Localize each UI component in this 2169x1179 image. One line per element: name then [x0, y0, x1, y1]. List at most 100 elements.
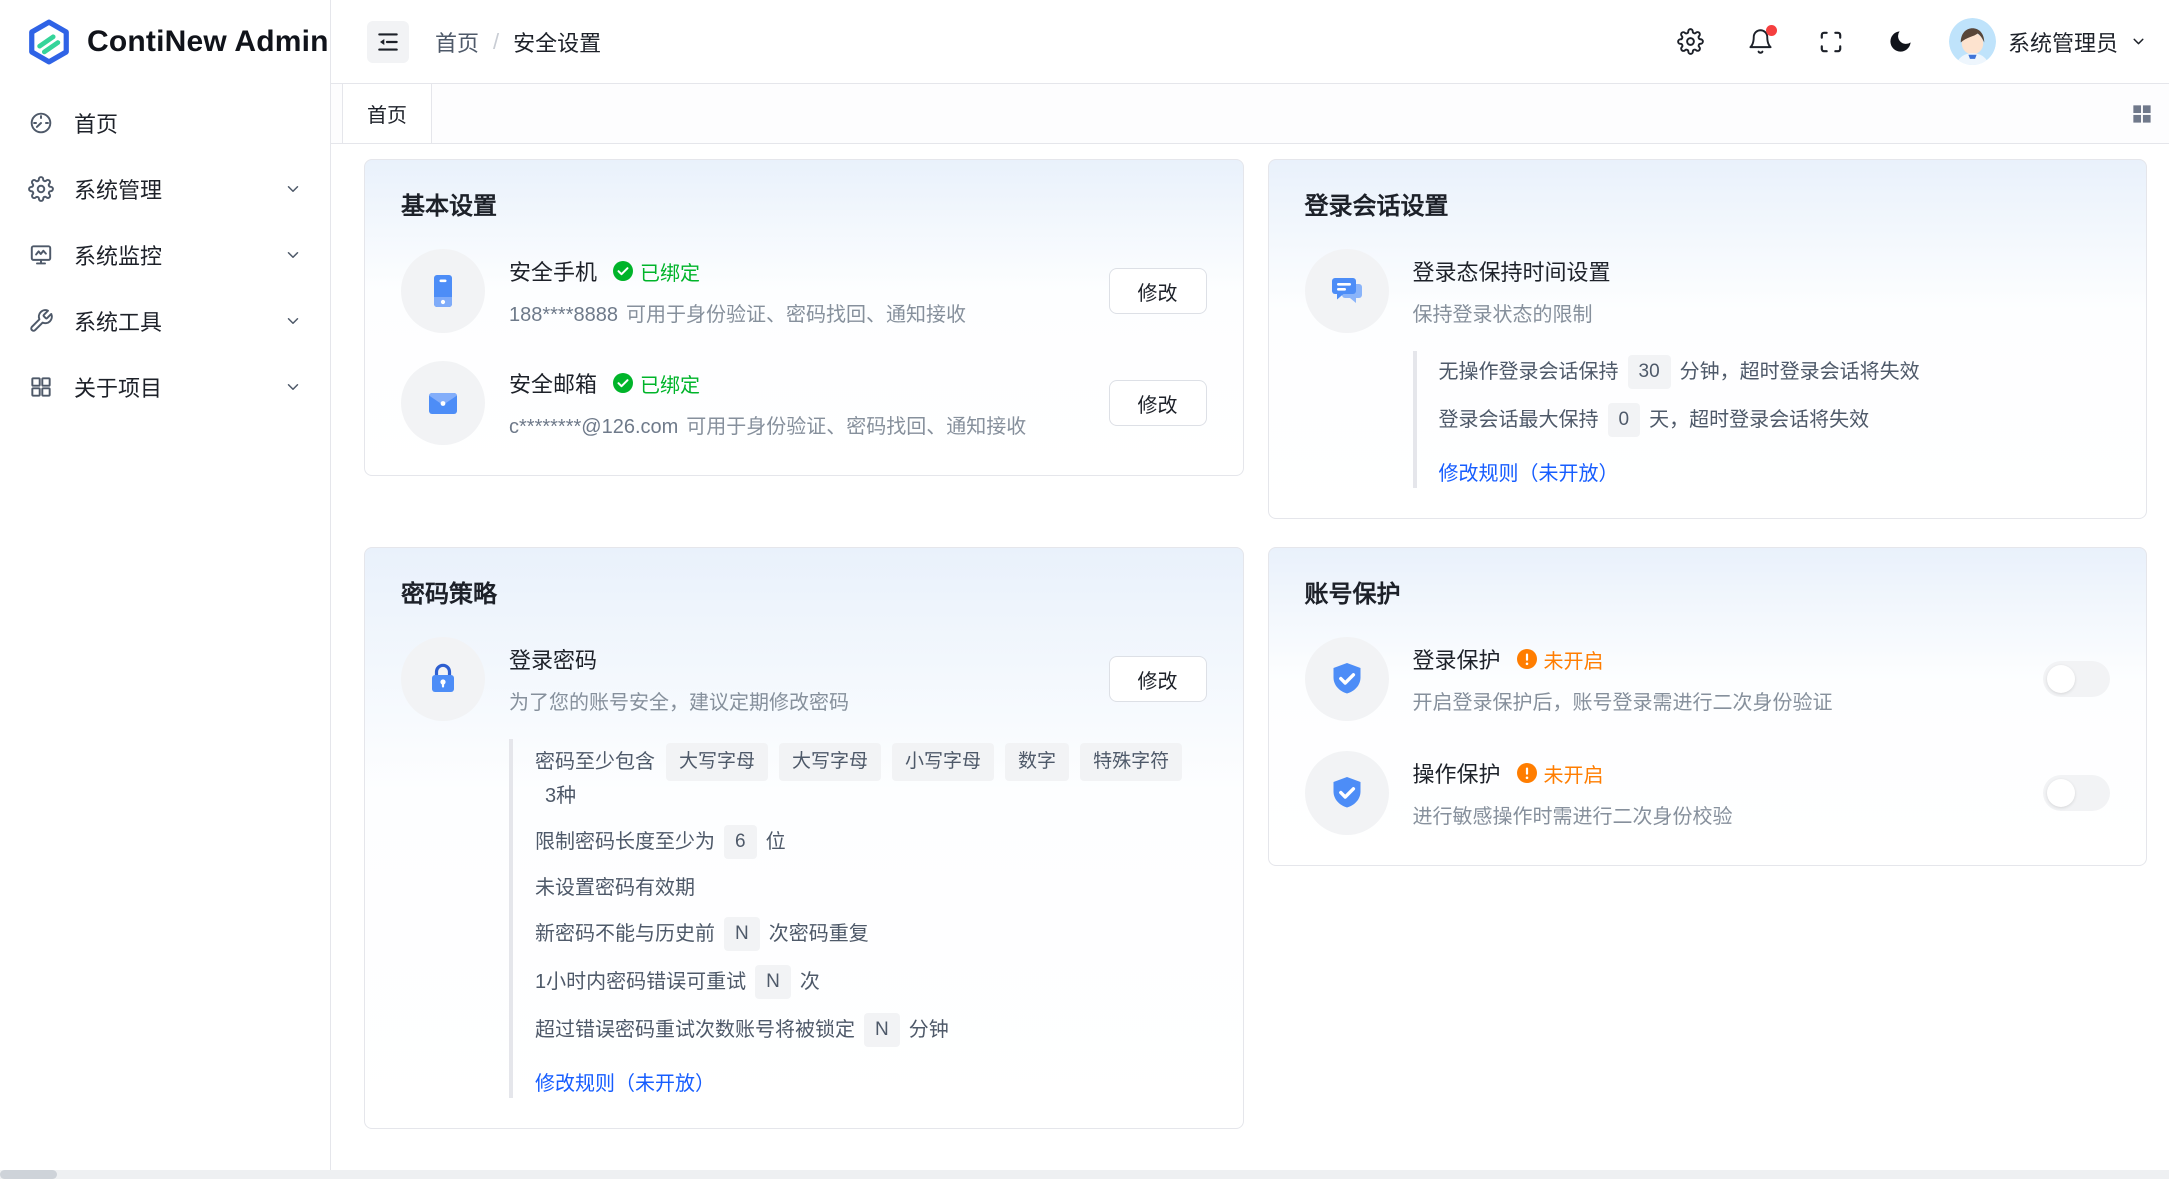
shield-check-icon — [1305, 751, 1389, 835]
chevron-down-icon — [284, 378, 302, 396]
breadcrumb-home[interactable]: 首页 — [435, 26, 479, 58]
chevron-down-icon — [284, 312, 302, 330]
lock-minutes-chip: N — [864, 1013, 900, 1047]
horizontal-scrollbar — [0, 1170, 2169, 1179]
not-enabled-text: 未开启 — [1544, 645, 1604, 674]
mail-icon — [401, 361, 485, 445]
password-rule-length: 限制密码长度至少为 6 位 — [535, 825, 1207, 859]
password-modify-rule-link[interactable]: 修改规则（未开放） — [535, 1067, 715, 1096]
not-enabled-badge: 未开启 — [1517, 759, 1604, 788]
security-phone-desc: 188****8888可用于身份验证、密码找回、通知接收 — [509, 298, 1085, 327]
sidebar-item-label: 系统工具 — [74, 305, 162, 337]
sidebar-item-about-project[interactable]: 关于项目 — [12, 358, 318, 416]
not-enabled-badge: 未开启 — [1517, 645, 1604, 674]
rule-text: 未设置密码有效期 — [535, 873, 695, 903]
password-kind-tag: 大写字母 — [779, 743, 881, 781]
rule-text: 超过错误密码重试次数账号将被锁定 — [535, 1015, 855, 1045]
tab-home[interactable]: 首页 — [342, 84, 432, 143]
lock-icon — [401, 637, 485, 721]
bound-status-text: 已绑定 — [640, 257, 700, 286]
tab-grid-icon[interactable] — [2130, 102, 2153, 125]
user-menu[interactable]: 系统管理员 — [1949, 18, 2147, 65]
sidebar-item-system-tools[interactable]: 系统工具 — [12, 292, 318, 350]
breadcrumb-separator: / — [493, 29, 499, 55]
sidebar-item-label: 关于项目 — [74, 371, 162, 403]
password-kind-tag: 小写字母 — [892, 743, 994, 781]
card-account-protection: 账号保护 登录保护 — [1268, 547, 2148, 866]
operation-protection-info: 操作保护 未开启 进行敏感操作时需进行二次身份校验 — [1413, 757, 2020, 829]
session-rule-idle: 无操作登录会话保持 30 分钟，超时登录会话将失效 — [1439, 355, 2111, 389]
session-keep-row: 登录态保持时间设置 保持登录状态的限制 — [1305, 249, 2111, 333]
password-rules: 密码至少包含 大写字母 大写字母 小写字母 数字 特殊字符 3种 限制密码长度至… — [509, 739, 1207, 1098]
rule-text: 天，超时登录会话将失效 — [1649, 405, 1869, 435]
notification-bell-icon[interactable] — [1739, 20, 1783, 64]
chevron-down-icon — [284, 246, 302, 264]
security-email-title: 安全邮箱 — [509, 367, 597, 399]
dashboard-icon — [28, 110, 54, 136]
sidebar-item-label: 系统管理 — [74, 173, 162, 205]
card-session-settings: 登录会话设置 — [1268, 159, 2148, 519]
tab-bar-tools — [2130, 84, 2169, 143]
sidebar-item-system-monitor[interactable]: 系统监控 — [12, 226, 318, 284]
notification-badge-dot — [1766, 25, 1777, 36]
monitor-icon — [28, 242, 54, 268]
email-value: c********@126.com — [509, 416, 678, 438]
chevron-down-icon — [2130, 33, 2147, 50]
phone-icon — [401, 249, 485, 333]
horizontal-scrollbar-thumb[interactable] — [0, 1170, 57, 1179]
app-root: ContiNew Admin 首页 系统管理 — [0, 0, 2169, 1179]
session-modify-rule-link[interactable]: 修改规则（未开放） — [1439, 457, 1619, 486]
security-email-info: 安全邮箱 已绑定 c********@126.com 可用于身份验证、密码找回、通… — [509, 367, 1085, 439]
modify-phone-button[interactable]: 修改 — [1109, 268, 1207, 314]
phone-desc-text: 可用于身份验证、密码找回、通知接收 — [626, 304, 966, 326]
sidebar-item-system-management[interactable]: 系统管理 — [12, 160, 318, 218]
security-email-desc: c********@126.com 可用于身份验证、密码找回、通知接收 — [509, 410, 1085, 439]
rule-text: 次密码重复 — [769, 919, 869, 949]
modify-password-button[interactable]: 修改 — [1109, 656, 1207, 702]
security-phone-title: 安全手机 — [509, 255, 597, 287]
rule-text: 限制密码长度至少为 — [535, 827, 715, 857]
sidebar-item-label: 系统监控 — [74, 239, 162, 271]
card-title: 密码策略 — [401, 574, 1207, 609]
login-password-desc: 为了您的账号安全，建议定期修改密码 — [509, 686, 1085, 715]
operation-protection-desc: 进行敏感操作时需进行二次身份校验 — [1413, 800, 2020, 829]
card-title: 登录会话设置 — [1305, 186, 2111, 221]
bound-status-badge: 已绑定 — [613, 369, 700, 398]
page-content: 基本设置 安全手机 — [331, 144, 2169, 1179]
rule-text: 密码至少包含 — [535, 747, 655, 777]
session-keep-info: 登录态保持时间设置 保持登录状态的限制 — [1413, 255, 2111, 327]
bound-status-text: 已绑定 — [640, 369, 700, 398]
fullscreen-icon[interactable] — [1809, 20, 1853, 64]
email-desc-text: 可用于身份验证、密码找回、通知接收 — [686, 416, 1026, 438]
password-rule-history: 新密码不能与历史前 N 次密码重复 — [535, 917, 1207, 951]
operation-protection-title: 操作保护 — [1413, 757, 1501, 789]
session-keep-title: 登录态保持时间设置 — [1413, 255, 1611, 287]
rule-text: 位 — [766, 827, 786, 857]
security-email-row: 安全邮箱 已绑定 c********@126.com 可用于身份验证、密码找回、通… — [401, 361, 1207, 445]
password-rule-contain: 密码至少包含 大写字母 大写字母 小写字母 数字 特殊字符 3种 — [535, 743, 1207, 811]
login-protection-title: 登录保护 — [1413, 643, 1501, 675]
sidebar-item-home[interactable]: 首页 — [12, 94, 318, 152]
sidebar-collapse-button[interactable] — [367, 21, 409, 63]
chat-bubbles-icon — [1305, 249, 1389, 333]
not-enabled-text: 未开启 — [1544, 759, 1604, 788]
login-protection-desc: 开启登录保护后，账号登录需进行二次身份验证 — [1413, 686, 2020, 715]
login-password-row: 登录密码 为了您的账号安全，建议定期修改密码 修改 — [401, 637, 1207, 721]
session-rules: 无操作登录会话保持 30 分钟，超时登录会话将失效 登录会话最大保持 0 天，超… — [1413, 351, 2111, 488]
settings-icon[interactable] — [1669, 20, 1713, 64]
modify-email-button[interactable]: 修改 — [1109, 380, 1207, 426]
wrench-icon — [28, 308, 54, 334]
login-protection-toggle[interactable] — [2043, 661, 2110, 697]
dark-mode-moon-icon[interactable] — [1879, 20, 1923, 64]
password-rule-retry: 1小时内密码错误可重试 N 次 — [535, 965, 1207, 999]
card-basic-settings: 基本设置 安全手机 — [364, 159, 1244, 476]
rule-text: 新密码不能与历史前 — [535, 919, 715, 949]
app-title: ContiNew Admin — [87, 25, 329, 59]
security-phone-row: 安全手机 已绑定 188****8888可用于身份验证、密码找回、通知接收 修改 — [401, 249, 1207, 333]
chevron-down-icon — [284, 180, 302, 198]
rule-text: 无操作登录会话保持 — [1439, 357, 1619, 387]
password-rule-lock: 超过错误密码重试次数账号将被锁定 N 分钟 — [535, 1013, 1207, 1047]
session-keep-desc: 保持登录状态的限制 — [1413, 298, 2111, 327]
breadcrumb: 首页 / 安全设置 — [435, 26, 601, 58]
operation-protection-toggle[interactable] — [2043, 775, 2110, 811]
